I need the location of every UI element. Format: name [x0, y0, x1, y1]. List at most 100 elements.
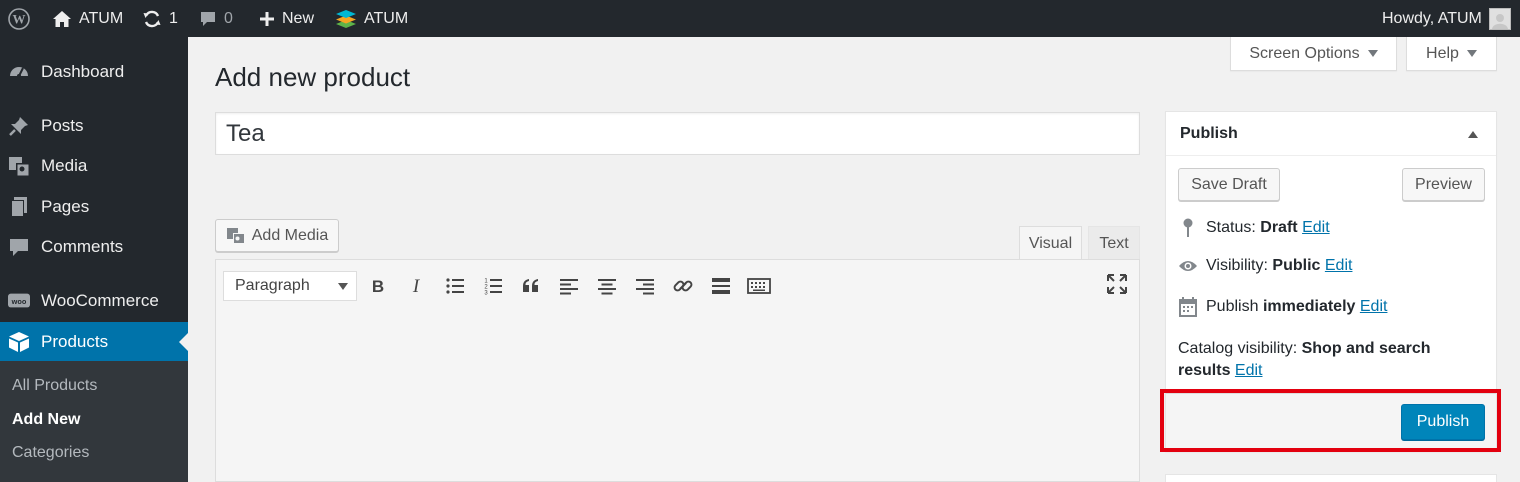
- visibility-label: Visibility:: [1206, 257, 1268, 274]
- sidebar-item-label: WooCommerce: [41, 291, 159, 310]
- italic-icon[interactable]: I: [404, 274, 428, 298]
- refresh-icon: [143, 10, 161, 27]
- visibility-row: Visibility: Public Edit: [1178, 257, 1352, 275]
- format-select[interactable]: Paragraph: [223, 271, 357, 301]
- site-name-link[interactable]: ATUM: [52, 0, 123, 37]
- sidebar-item-products[interactable]: Products: [0, 322, 188, 362]
- new-content-link[interactable]: New: [259, 0, 314, 37]
- eye-icon: [1179, 261, 1197, 271]
- pin-icon: [1183, 218, 1193, 237]
- publish-date-value: immediately: [1262, 298, 1356, 315]
- visibility-value: Public: [1272, 257, 1321, 274]
- submenu-categories[interactable]: Categories: [12, 444, 89, 462]
- help-button[interactable]: Help: [1406, 37, 1497, 71]
- highlight-box: [1160, 389, 1501, 452]
- bulleted-list-icon[interactable]: [443, 274, 467, 298]
- sidebar-item-label: Dashboard: [41, 62, 125, 81]
- edit-publish-date-link[interactable]: Edit: [1360, 298, 1388, 315]
- status-row: Status: Draft Edit: [1178, 217, 1330, 239]
- sidebar-item-label: Comments: [41, 237, 124, 256]
- sidebar-item-label: Posts: [41, 116, 84, 135]
- blockquote-icon[interactable]: [519, 274, 543, 298]
- bold-icon[interactable]: B: [366, 274, 390, 298]
- catalog-visibility-label: Catalog visibility:: [1178, 340, 1298, 357]
- publish-date-label: Publish: [1206, 298, 1259, 315]
- atum-layers-icon: [336, 9, 356, 28]
- align-left-icon[interactable]: [557, 274, 581, 298]
- product-title-input[interactable]: [215, 112, 1140, 155]
- link-icon[interactable]: [671, 274, 695, 298]
- read-more-icon[interactable]: [709, 274, 733, 298]
- screen-options-label: Screen Options: [1249, 44, 1360, 62]
- new-label: New: [282, 9, 315, 27]
- wordpress-logo-icon[interactable]: W: [8, 0, 30, 37]
- next-postbox: [1165, 474, 1497, 482]
- svg-text:woo: woo: [11, 297, 27, 306]
- updates-count: 1: [169, 9, 178, 27]
- add-media-button[interactable]: Add Media: [215, 219, 339, 252]
- comment-bubble-icon: [201, 11, 215, 26]
- page-title: Add new product: [215, 62, 411, 92]
- tab-text[interactable]: Text: [1088, 226, 1140, 260]
- sidebar-item-woocommerce[interactable]: woo WooCommerce: [0, 282, 188, 320]
- chevron-down-icon: [1367, 50, 1378, 57]
- pin-icon: [8, 115, 30, 137]
- add-media-label: Add Media: [251, 226, 329, 244]
- svg-text:B: B: [372, 277, 384, 296]
- svg-text:3: 3: [484, 291, 488, 297]
- woo-icon: woo: [8, 290, 30, 312]
- align-right-icon[interactable]: [633, 274, 657, 298]
- publish-date-row: Publish immediately Edit: [1178, 296, 1387, 318]
- tab-visual[interactable]: Visual: [1019, 226, 1082, 261]
- sidebar-item-pages[interactable]: Pages: [0, 188, 188, 226]
- sidebar-item-posts[interactable]: Posts: [0, 107, 188, 145]
- sidebar-item-dashboard[interactable]: Dashboard: [0, 53, 188, 91]
- sidebar-item-comments[interactable]: Comments: [0, 228, 188, 266]
- save-draft-button[interactable]: Save Draft: [1178, 168, 1280, 201]
- submenu-add-new[interactable]: Add New: [12, 411, 80, 429]
- help-label: Help: [1426, 44, 1459, 62]
- admin-sidebar: Dashboard Posts Media Pages Comments woo…: [0, 37, 188, 482]
- products-submenu: All Products Add New Categories: [0, 361, 188, 482]
- chevron-down-icon: [1466, 50, 1477, 57]
- calendar-icon: [1179, 297, 1197, 317]
- comment-icon: [8, 236, 30, 258]
- status-label: Status:: [1206, 219, 1256, 236]
- dashboard-icon: [8, 61, 30, 83]
- editor-toolbar: Paragraph B I 123: [215, 259, 1140, 310]
- editor-content-area[interactable]: [215, 309, 1140, 482]
- catalog-visibility-row: Catalog visibility: Shop and search resu…: [1178, 338, 1478, 382]
- media-icon: [8, 155, 30, 177]
- sidebar-item-media[interactable]: Media: [0, 147, 188, 185]
- account-menu[interactable]: Howdy, ATUM: [1382, 0, 1511, 37]
- edit-visibility-link[interactable]: Edit: [1325, 257, 1353, 274]
- updates-link[interactable]: 1: [142, 0, 178, 37]
- align-center-icon[interactable]: [595, 274, 619, 298]
- admin-bar: W ATUM 1 0 New ATUM Howdy, ATUM: [0, 0, 1520, 37]
- publish-box-title: Publish: [1180, 124, 1238, 142]
- avatar: [1488, 7, 1511, 30]
- publish-box-header[interactable]: Publish: [1166, 112, 1496, 156]
- preview-button[interactable]: Preview: [1402, 168, 1485, 201]
- sidebar-item-label: Products: [41, 332, 109, 351]
- edit-status-link[interactable]: Edit: [1302, 219, 1330, 236]
- format-value: Paragraph: [235, 277, 310, 294]
- greeting: Howdy, ATUM: [1382, 9, 1482, 27]
- box-icon: [8, 331, 30, 353]
- atum-label: ATUM: [364, 9, 409, 27]
- pages-icon: [8, 196, 30, 218]
- site-name: ATUM: [79, 9, 124, 27]
- home-icon: [53, 10, 71, 27]
- screen-options-button[interactable]: Screen Options: [1230, 37, 1397, 71]
- sidebar-item-label: Media: [41, 156, 88, 175]
- edit-catalog-visibility-link[interactable]: Edit: [1235, 362, 1263, 379]
- fullscreen-icon[interactable]: [1105, 272, 1129, 296]
- keyboard-icon[interactable]: [747, 274, 771, 298]
- chevron-down-icon: [338, 283, 348, 290]
- media-icon: [226, 227, 245, 244]
- collapse-arrow-icon[interactable]: [1468, 131, 1478, 138]
- atum-menu-link[interactable]: ATUM: [335, 0, 408, 37]
- numbered-list-icon[interactable]: 123: [481, 274, 505, 298]
- submenu-all-products[interactable]: All Products: [12, 377, 97, 395]
- comments-link[interactable]: 0: [199, 0, 233, 37]
